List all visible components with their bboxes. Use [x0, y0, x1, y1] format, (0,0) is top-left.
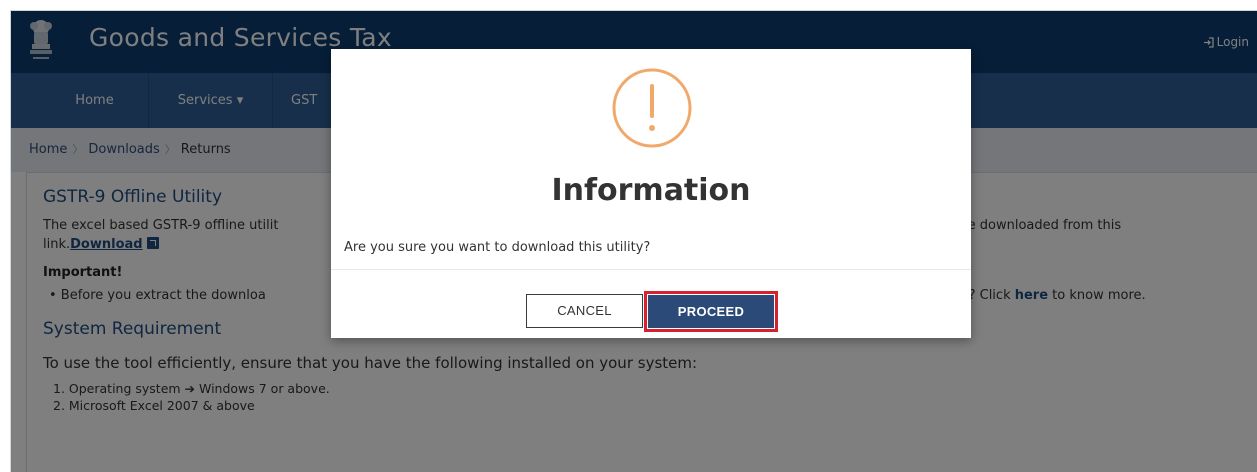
browser-frame: Goods and Services Tax Login Home Servic…	[10, 10, 1257, 472]
dialog-title: Information	[551, 173, 751, 208]
proceed-button[interactable]: PROCEED	[648, 295, 774, 328]
information-dialog: Information Are you sure you want to dow…	[331, 49, 971, 338]
dialog-message: Are you sure you want to download this u…	[344, 240, 651, 255]
dialog-divider	[331, 269, 971, 270]
cancel-button[interactable]: CANCEL	[526, 294, 643, 328]
exclamation-circle-icon	[612, 68, 692, 148]
